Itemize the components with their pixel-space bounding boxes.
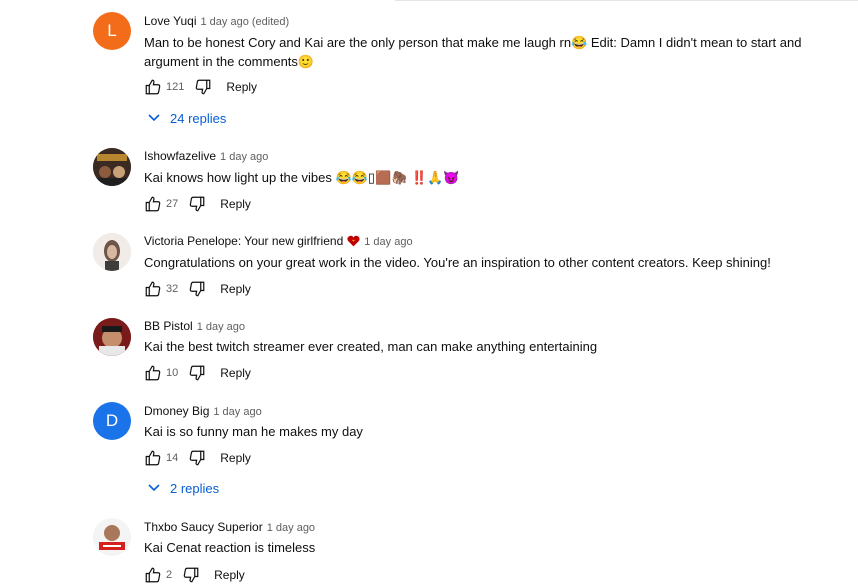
comment-text-line: argument in the comments🙂 [144, 54, 315, 69]
comment-time[interactable]: 1 day ago [267, 522, 315, 534]
comment-author[interactable]: Ishowfazelive [144, 149, 216, 163]
like-count: 121 [166, 81, 185, 93]
comment-author[interactable]: Victoria Penelope: Your new girlfriend [144, 234, 343, 248]
comment-author[interactable]: Dmoney Big [144, 404, 209, 418]
thumbs-down-icon[interactable] [194, 78, 212, 96]
chevron-down-icon [148, 484, 160, 492]
avatar[interactable]: L [93, 12, 131, 50]
view-replies-button[interactable]: 2 replies [148, 479, 219, 497]
avatar-image [93, 318, 131, 356]
reply-button[interactable]: Reply [220, 197, 251, 211]
comment-thread: Ishowfazelive 1 day ago Kai knows how lig… [0, 140, 858, 220]
thumbs-up-icon[interactable] [144, 566, 162, 584]
avatar[interactable] [93, 518, 131, 556]
comment-text: Man to be honest Cory and Kai are the on… [144, 33, 804, 71]
comment-time[interactable]: 1 day ago (edited) [201, 16, 290, 28]
thumbs-down-icon[interactable] [182, 566, 200, 584]
comment-actions: 121 Reply [144, 77, 257, 97]
comment-text: Kai Cenat reaction is timeless [144, 540, 316, 555]
comment-text: Kai the best twitch streamer ever create… [144, 339, 598, 354]
comment-author[interactable]: Love Yuqi [144, 14, 197, 28]
comment-time[interactable]: 1 day ago [220, 151, 268, 163]
thumbs-down-icon[interactable] [188, 364, 206, 382]
like-count: 27 [166, 198, 179, 210]
comment-thread: BB Pistol 1 day ago Kai the best twitch s… [0, 310, 858, 390]
reply-button[interactable]: Reply [220, 282, 251, 296]
comment-time[interactable]: 1 day ago [213, 406, 261, 418]
thumbs-up-icon[interactable] [144, 195, 162, 213]
thumbs-up-icon[interactable] [144, 364, 162, 382]
like-count: 14 [166, 452, 179, 464]
avatar[interactable] [93, 148, 131, 186]
avatar-image [93, 233, 131, 271]
reply-button[interactable]: Reply [226, 80, 257, 94]
avatar[interactable]: D [93, 402, 131, 440]
comment-time[interactable]: 1 day ago [197, 321, 245, 333]
replies-label: 2 replies [170, 480, 220, 496]
thumbs-up-icon[interactable] [144, 449, 162, 467]
comment-author[interactable]: BB Pistol [144, 319, 193, 333]
avatar-image [93, 148, 131, 186]
avatar-image [93, 518, 131, 556]
thumbs-up-icon[interactable] [144, 280, 162, 298]
thumbs-down-icon[interactable] [188, 449, 206, 467]
chevron-down-icon [148, 114, 160, 122]
avatar[interactable] [93, 233, 131, 271]
comment-thread: Victoria Penelope: Your new girlfriend 1 … [0, 225, 858, 305]
thumbs-down-icon[interactable] [188, 280, 206, 298]
comment-text: Congratulations on your great work in th… [144, 255, 771, 270]
comment-actions: 10 Reply [144, 363, 251, 383]
comment-text: Kai knows how light up the vibes 😂😂▯🟫🦣 ‼… [144, 170, 460, 185]
comment-author[interactable]: Thxbo Saucy Superior [144, 520, 263, 534]
avatar-letter: D [105, 411, 119, 430]
comment-actions: 27 Reply [144, 194, 251, 214]
comment-actions: 2 Reply [144, 565, 245, 585]
avatar-letter: L [107, 21, 117, 40]
thumbs-down-icon[interactable] [188, 195, 206, 213]
avatar[interactable] [93, 318, 131, 356]
comment-text-line: Man to be honest Cory and Kai are the on… [144, 35, 802, 50]
reply-button[interactable]: Reply [220, 451, 251, 465]
comment-thread: Thxbo Saucy Superior 1 day ago Kai Cenat … [0, 510, 858, 585]
thumbs-up-icon[interactable] [144, 78, 162, 96]
like-count: 10 [166, 367, 179, 379]
comment-thread: L Love Yuqi 1 day ago (edited) Man to be … [0, 0, 858, 135]
replies-label: 24 replies [170, 110, 227, 126]
heart-icon [347, 235, 360, 250]
reply-button[interactable]: Reply [214, 568, 245, 582]
like-count: 32 [166, 283, 179, 295]
comment-actions: 14 Reply [144, 448, 251, 468]
view-replies-button[interactable]: 24 replies [148, 109, 226, 127]
reply-button[interactable]: Reply [220, 366, 251, 380]
comment-actions: 32 Reply [144, 279, 251, 299]
comment-text: Kai is so funny man he makes my day [144, 424, 363, 439]
like-count: 2 [166, 569, 173, 581]
comment-time[interactable]: 1 day ago [364, 236, 412, 248]
comment-thread: D Dmoney Big 1 day ago Kai is so funny ma… [0, 395, 858, 505]
